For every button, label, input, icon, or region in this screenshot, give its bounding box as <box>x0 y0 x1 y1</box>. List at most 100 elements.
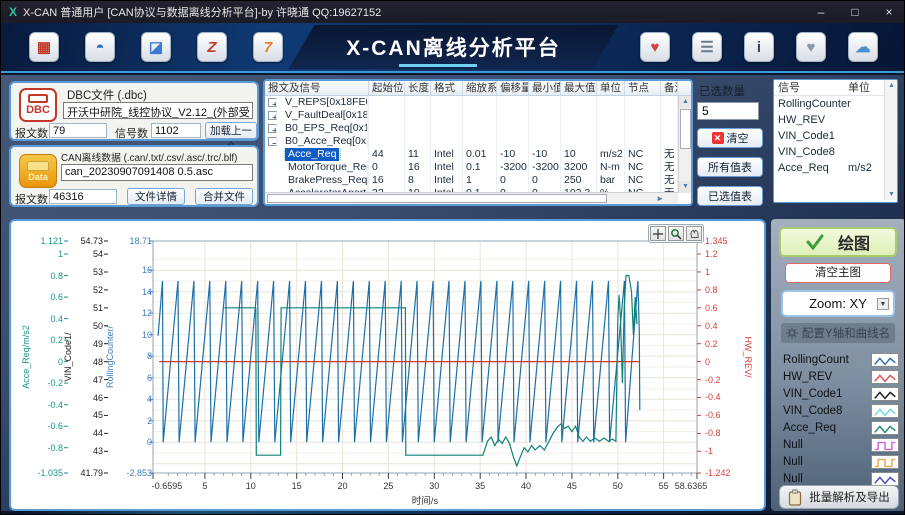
list-item[interactable]: RollingCounter <box>774 96 897 112</box>
helmet-tool-icon[interactable]: ◓ <box>85 32 115 62</box>
close-button[interactable]: × <box>872 1 905 23</box>
info-icon[interactable]: i <box>744 32 774 62</box>
configure-axes-button[interactable]: 配置Y轴和曲线名 <box>781 323 895 343</box>
title-bar: X X-CAN 普通用户 [CAN协议与数据离线分析平台]-by 许晓通 QQ:… <box>1 1 905 23</box>
dbc-sig-count: 1102 <box>151 123 201 138</box>
selected-values-button[interactable]: 已选值表 <box>697 186 763 206</box>
zoom-mode-select[interactable]: Zoom: XY ▼ <box>781 290 895 317</box>
column-header[interactable]: 长度 <box>405 81 431 95</box>
draw-button[interactable]: 绘图 <box>779 227 897 257</box>
message-name[interactable]: V_REPS[0x18FE02A0] <box>282 96 368 109</box>
list-scrollbar[interactable]: ▲ ▼ <box>884 80 897 200</box>
scroll-up-icon[interactable]: ▲ <box>679 96 692 108</box>
legend-waveform-icon <box>871 404 899 418</box>
expand-icon[interactable]: + <box>268 98 277 107</box>
all-values-button[interactable]: 所有值表 <box>697 157 763 177</box>
axis-tick-label: -1 <box>705 446 745 456</box>
table-row[interactable]: −B0_Acce_Req[0x18F103E <box>265 135 678 148</box>
minimize-button[interactable]: – <box>804 1 838 23</box>
legend-item[interactable]: VIN_Code1 <box>783 385 899 402</box>
selected-count-input[interactable] <box>697 102 759 120</box>
axis-tick-label: 1 <box>705 267 745 277</box>
legend-item[interactable]: Null <box>783 436 899 453</box>
signal-name[interactable]: BrakePress_Req <box>285 174 368 187</box>
column-header[interactable]: 备注 <box>661 81 678 95</box>
message-name[interactable]: B0_Acce_Req[0x18F103E <box>282 135 368 148</box>
expand-icon[interactable]: + <box>268 111 277 120</box>
column-header[interactable]: 偏移量 <box>497 81 529 95</box>
image-tool-icon[interactable]: ◪ <box>141 32 171 62</box>
signal-name[interactable]: Acce_Req <box>285 148 340 161</box>
legend-waveform-icon <box>871 387 899 401</box>
column-header[interactable]: 起始位 <box>369 81 405 95</box>
pan-tool-icon[interactable] <box>686 226 702 241</box>
axis-tick-label: 43 <box>67 446 103 456</box>
protocol-tool-icon[interactable]: ▦ <box>29 32 59 62</box>
table-cell: Intel <box>431 174 463 187</box>
file-detail-button[interactable]: 文件详情 <box>127 188 185 205</box>
batch-export-button[interactable]: 批量解析及导出 <box>779 485 899 509</box>
column-header[interactable]: 格式 <box>431 81 463 95</box>
legend-item[interactable]: VIN_Code8 <box>783 402 899 419</box>
table-row[interactable]: + V_FaultDeal[0x18FE34AC <box>265 109 678 122</box>
legend-waveform-icon <box>871 421 899 435</box>
table-vertical-scrollbar[interactable]: ▲ ▼ <box>678 96 691 193</box>
clear-main-plot-button[interactable]: 清空主图 <box>785 263 891 283</box>
axis-tick-label: -1.035 <box>27 468 63 478</box>
axis-tick-label: 1.2 <box>705 249 745 259</box>
message-name[interactable]: V_FaultDeal[0x18FE34AC <box>282 109 368 122</box>
axis-tick-label: -0.4 <box>705 392 745 402</box>
seven-tool-icon[interactable]: 7 <box>253 32 283 62</box>
merge-file-button[interactable]: 合并文件 <box>195 188 253 205</box>
legend-item[interactable]: Null <box>783 453 899 470</box>
scroll-down-icon[interactable]: ▼ <box>885 191 898 198</box>
scroll-right-icon[interactable]: ► <box>656 193 664 205</box>
table-row[interactable]: + V_REPS[0x18FE02A0] <box>265 96 678 109</box>
scrollbar-thumb[interactable] <box>680 109 691 149</box>
table-cell: -10 <box>529 148 561 161</box>
list-item[interactable]: Acce_Reqm/s2 <box>774 160 897 176</box>
table-row[interactable]: BrakePress_Req168Intel100250barNC无 <box>265 174 678 187</box>
collapse-icon[interactable]: − <box>268 137 277 146</box>
load-previous-button[interactable]: 加载上一个 <box>205 122 257 139</box>
column-header[interactable]: 单位 <box>597 81 625 95</box>
list-item[interactable]: VIN_Code8 <box>774 144 897 160</box>
column-header[interactable]: 缩放系数 <box>463 81 497 95</box>
cursor-tool-icon[interactable] <box>650 226 666 241</box>
heart-icon[interactable]: ♥ <box>640 32 670 62</box>
scrollbar-thumb[interactable] <box>267 194 607 203</box>
legend-label: Null <box>783 473 803 485</box>
clear-selection-button[interactable]: ✕ 清空 <box>697 128 763 148</box>
zoom-tool-icon[interactable] <box>668 226 684 241</box>
message-name[interactable]: B0_EPS_Req[0x18F101B6 <box>282 122 368 135</box>
expand-icon[interactable]: + <box>268 124 277 133</box>
scroll-down-icon[interactable]: ▼ <box>679 181 692 193</box>
column-header[interactable]: 最小值 <box>529 81 561 95</box>
table-row[interactable]: + B0_EPS_Req[0x18F101B6 <box>265 122 678 135</box>
column-header[interactable]: 报文及信号 <box>265 81 369 95</box>
axis-tick-label: -0.8 <box>705 428 745 438</box>
column-header[interactable]: 节点 <box>625 81 661 95</box>
can-file-input[interactable]: can_20230907091408 0.5.asc <box>61 164 253 181</box>
donate-icon[interactable]: ♥ <box>796 32 826 62</box>
cloud-icon[interactable]: ☁ <box>848 32 878 62</box>
table-row[interactable]: Acce_Req4411Intel0.01-10-1010m/s2NC无 <box>265 148 678 161</box>
legend-label: Null <box>783 456 803 468</box>
maximize-button[interactable]: □ <box>838 1 872 23</box>
dropdown-arrow-icon[interactable]: ▼ <box>877 298 889 310</box>
z-tool-icon[interactable]: Z <box>197 32 227 62</box>
table-row[interactable]: MotorTorque_Req016Intel0.1-3200-32003200… <box>265 161 678 174</box>
table-horizontal-scrollbar[interactable]: ► <box>265 192 678 204</box>
dbc-file-input[interactable]: 开沃中研院_线控协议_V2.12_(外部受 <box>63 102 253 119</box>
legend-item[interactable]: RollingCount <box>783 351 899 368</box>
legend-waveform-icon <box>871 455 899 469</box>
scroll-up-icon[interactable]: ▲ <box>885 82 898 89</box>
list-item[interactable]: VIN_Code1 <box>774 128 897 144</box>
list-item[interactable]: HW_REV <box>774 112 897 128</box>
list-icon[interactable]: ☰ <box>692 32 722 62</box>
signal-name[interactable]: MotorTorque_Req <box>285 161 368 174</box>
column-header[interactable]: 最大值 <box>561 81 597 95</box>
table-cell: 0.1 <box>463 161 497 174</box>
legend-item[interactable]: Acce_Req <box>783 419 899 436</box>
legend-item[interactable]: HW_REV <box>783 368 899 385</box>
